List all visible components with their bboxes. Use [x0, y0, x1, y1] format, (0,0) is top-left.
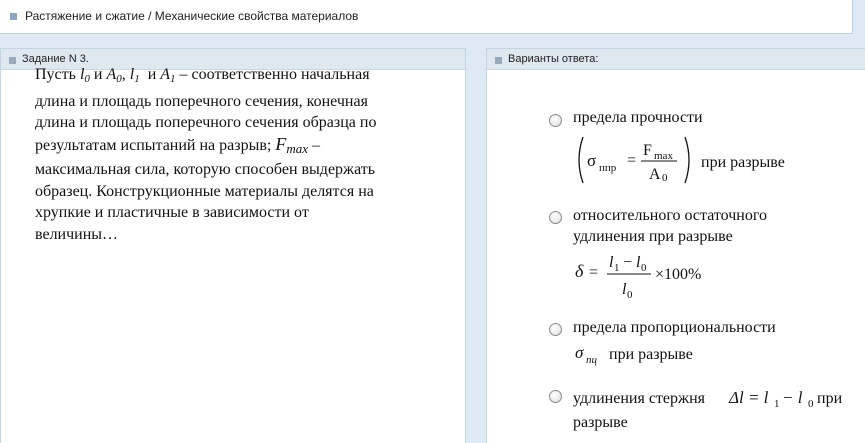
- answer-radio-3[interactable]: [549, 323, 562, 336]
- breadcrumb-bar: Растяжение и сжатие / Механические свойс…: [0, 0, 853, 34]
- task-line-1: Пусть l0 и A0, l1 и A1 – соответственно …: [35, 66, 370, 85]
- task-line-2: длина и площадь поперечного сечения, кон…: [35, 92, 368, 110]
- answer-1-sigma-sub: ппр: [599, 162, 617, 174]
- svg-text:σ: σ: [575, 343, 584, 362]
- answer-1-suffix: при разрыве: [701, 154, 785, 171]
- task-text: Пусть l0 и A0, l1 и A1 – соответственно …: [35, 64, 435, 245]
- task-line-6: образец. Конструкционные материалы делят…: [35, 182, 374, 200]
- svg-text:=: =: [589, 264, 598, 281]
- task-line-5: максимальная сила, которую способен выде…: [35, 161, 376, 178]
- svg-text:0: 0: [627, 289, 633, 301]
- svg-text:1: 1: [774, 398, 780, 410]
- answer-radio-2[interactable]: [549, 211, 562, 224]
- svg-text:удлинения стержня: удлинения стержня: [573, 390, 706, 407]
- answer-radio-4[interactable]: [549, 390, 562, 403]
- answer-1-text: предела прочности: [573, 109, 703, 126]
- answer-1-frac-num-sub: max: [654, 150, 673, 162]
- svg-text:0: 0: [641, 262, 647, 274]
- answer-3-text: предела пропорциональности: [573, 319, 776, 336]
- svg-text:пц: пц: [586, 354, 598, 366]
- task-line-4: результатам испытаний на разрыв; Fmax –: [35, 133, 320, 156]
- answer-1-formula: σ ппр = F max A 0 при разрыве: [578, 136, 785, 184]
- answers-panel-header: Варианты ответа:: [487, 49, 865, 70]
- answer-4-formula: удлинения стержня Δl = l 1 − l 0 при раз…: [573, 388, 843, 431]
- task-line-7: хрупкие и пластичные в зависимости от: [35, 204, 309, 221]
- answers-panel: Варианты ответа: предела прочности σ ппр…: [486, 48, 865, 443]
- answer-2-text-line2: удлинения при разрыве: [573, 228, 733, 245]
- answer-radio-1[interactable]: [549, 114, 562, 127]
- svg-text:1: 1: [614, 262, 620, 274]
- svg-text:−: −: [623, 254, 632, 271]
- svg-text:×100%: ×100%: [655, 266, 701, 283]
- answers-panel-title: Варианты ответа:: [508, 53, 599, 65]
- answer-1-frac-den: A: [649, 166, 661, 183]
- task-line-3: длина и площадь поперечного сечения обра…: [35, 114, 377, 131]
- answer-1-frac-den-sub: 0: [662, 172, 668, 184]
- answer-2-formula: δ = l 1 − l 0 l 0 ×100%: [575, 254, 701, 301]
- svg-text:0: 0: [808, 398, 814, 410]
- bullet-square-icon: [9, 57, 16, 64]
- svg-text:при разрыве: при разрыве: [609, 346, 693, 363]
- svg-text:Δl = l: Δl = l: [728, 388, 769, 407]
- svg-text:разрыве: разрыве: [573, 414, 628, 431]
- svg-text:при: при: [817, 390, 843, 407]
- answer-1-sigma: σ: [587, 151, 596, 170]
- answer-2-text-line1: относительного остаточного: [573, 207, 768, 224]
- svg-text:δ: δ: [575, 261, 584, 281]
- svg-text:=: =: [627, 152, 636, 169]
- bullet-square-icon: [10, 13, 17, 20]
- task-line-8: величины…: [35, 225, 119, 243]
- bullet-square-icon: [495, 57, 502, 64]
- breadcrumb: Растяжение и сжатие / Механические свойс…: [25, 9, 359, 23]
- svg-text:− l: − l: [782, 388, 803, 407]
- answer-1-frac-num: F: [643, 142, 652, 159]
- answer-3-formula: σ пц при разрыве: [575, 343, 693, 366]
